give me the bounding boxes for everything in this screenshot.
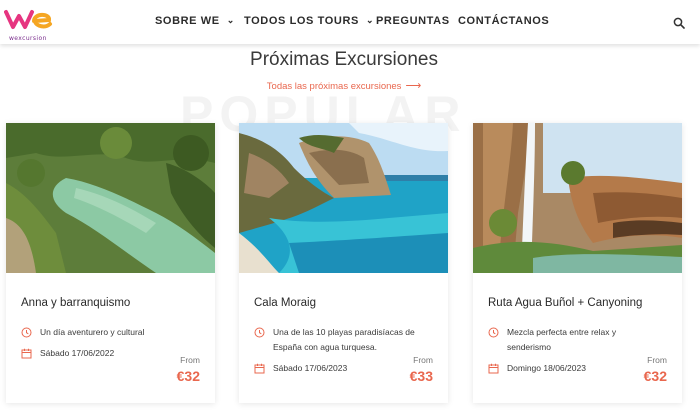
tour-card[interactable]: Ruta Agua Buñol + Canyoning Mezcla perfe… bbox=[473, 123, 682, 403]
tour-price: €33 bbox=[409, 368, 433, 384]
top-navbar: wexcursion SOBRE WE ⌄ TODOS LOS TOURS ⌄ PR… bbox=[0, 0, 700, 44]
tour-description: Una de las 10 playas paradisíacas de Esp… bbox=[254, 325, 438, 355]
tour-image[interactable] bbox=[6, 123, 215, 273]
nav-todos-los-tours-label: TODOS LOS TOURS bbox=[244, 15, 359, 27]
all-excursions-link-text: Todas las próximas excursiones bbox=[266, 81, 402, 92]
clock-icon bbox=[254, 327, 265, 338]
nav-todos-los-tours[interactable]: TODOS LOS TOURS ⌄ bbox=[244, 15, 374, 27]
chevron-down-icon: ⌄ bbox=[365, 15, 375, 25]
clock-icon bbox=[488, 327, 499, 338]
clock-icon bbox=[21, 327, 32, 338]
tour-price: €32 bbox=[176, 368, 200, 384]
tour-card[interactable]: Anna y barranquismo Un día aventurero y … bbox=[6, 123, 215, 403]
tour-date-text: Sábado 17/06/2023 bbox=[273, 363, 348, 373]
tour-description: Un día aventurero y cultural bbox=[21, 325, 201, 340]
nav-preguntas-label: PREGUNTAS bbox=[376, 15, 450, 27]
tour-card[interactable]: Cala Moraig Una de las 10 playas paradis… bbox=[239, 123, 448, 403]
chevron-down-icon: ⌄ bbox=[226, 15, 235, 25]
waterfall-canyon-photo bbox=[473, 123, 682, 273]
tour-description: Mezcla perfecta entre relax y senderismo bbox=[488, 325, 638, 355]
all-excursions-link[interactable]: Todas las próximas excursiones ⟶ bbox=[0, 79, 688, 92]
section-title: Próximas Excursiones bbox=[250, 49, 438, 70]
tour-description-text: Una de las 10 playas paradisíacas de Esp… bbox=[273, 327, 415, 352]
tour-date-text: Domingo 18/06/2023 bbox=[507, 363, 586, 373]
price-from-label: From bbox=[647, 355, 667, 365]
tour-description-text: Un día aventurero y cultural bbox=[40, 327, 145, 337]
logo-mark-icon bbox=[4, 10, 52, 29]
wexcursion-logo[interactable]: wexcursion bbox=[4, 9, 54, 42]
tour-image[interactable] bbox=[473, 123, 682, 273]
logo-wordmark: wexcursion bbox=[9, 35, 47, 42]
tour-date: Sábado 17/06/2023 bbox=[254, 361, 347, 376]
price-from-label: From bbox=[180, 355, 200, 365]
tour-date: Domingo 18/06/2023 bbox=[488, 361, 586, 376]
tour-description-text: Mezcla perfecta entre relax y senderismo bbox=[507, 327, 617, 352]
calendar-icon bbox=[21, 348, 32, 359]
tour-title[interactable]: Anna y barranquismo bbox=[21, 297, 130, 309]
gorge-lake-photo bbox=[6, 123, 215, 273]
tour-title[interactable]: Cala Moraig bbox=[254, 297, 316, 309]
nav-contactanos-label: CONTÁCTANOS bbox=[458, 15, 550, 27]
nav-preguntas[interactable]: PREGUNTAS bbox=[376, 15, 450, 27]
calendar-icon bbox=[254, 363, 265, 374]
tour-image[interactable] bbox=[239, 123, 448, 273]
nav-contactanos[interactable]: CONTÁCTANOS bbox=[458, 15, 549, 27]
turquoise-cove-photo bbox=[239, 123, 448, 273]
nav-sobre-we-label: SOBRE WE bbox=[155, 15, 220, 27]
tour-date: Sábado 17/06/2022 bbox=[21, 346, 114, 361]
tour-date-text: Sábado 17/06/2022 bbox=[40, 348, 115, 358]
price-from-label: From bbox=[413, 355, 433, 365]
nav-sobre-we[interactable]: SOBRE WE ⌄ bbox=[155, 15, 235, 27]
tour-title[interactable]: Ruta Agua Buñol + Canyoning bbox=[488, 297, 642, 309]
arrow-right-icon: ⟶ bbox=[405, 80, 422, 92]
search-icon[interactable] bbox=[673, 17, 685, 29]
tour-price: €32 bbox=[643, 368, 667, 384]
calendar-icon bbox=[488, 363, 499, 374]
